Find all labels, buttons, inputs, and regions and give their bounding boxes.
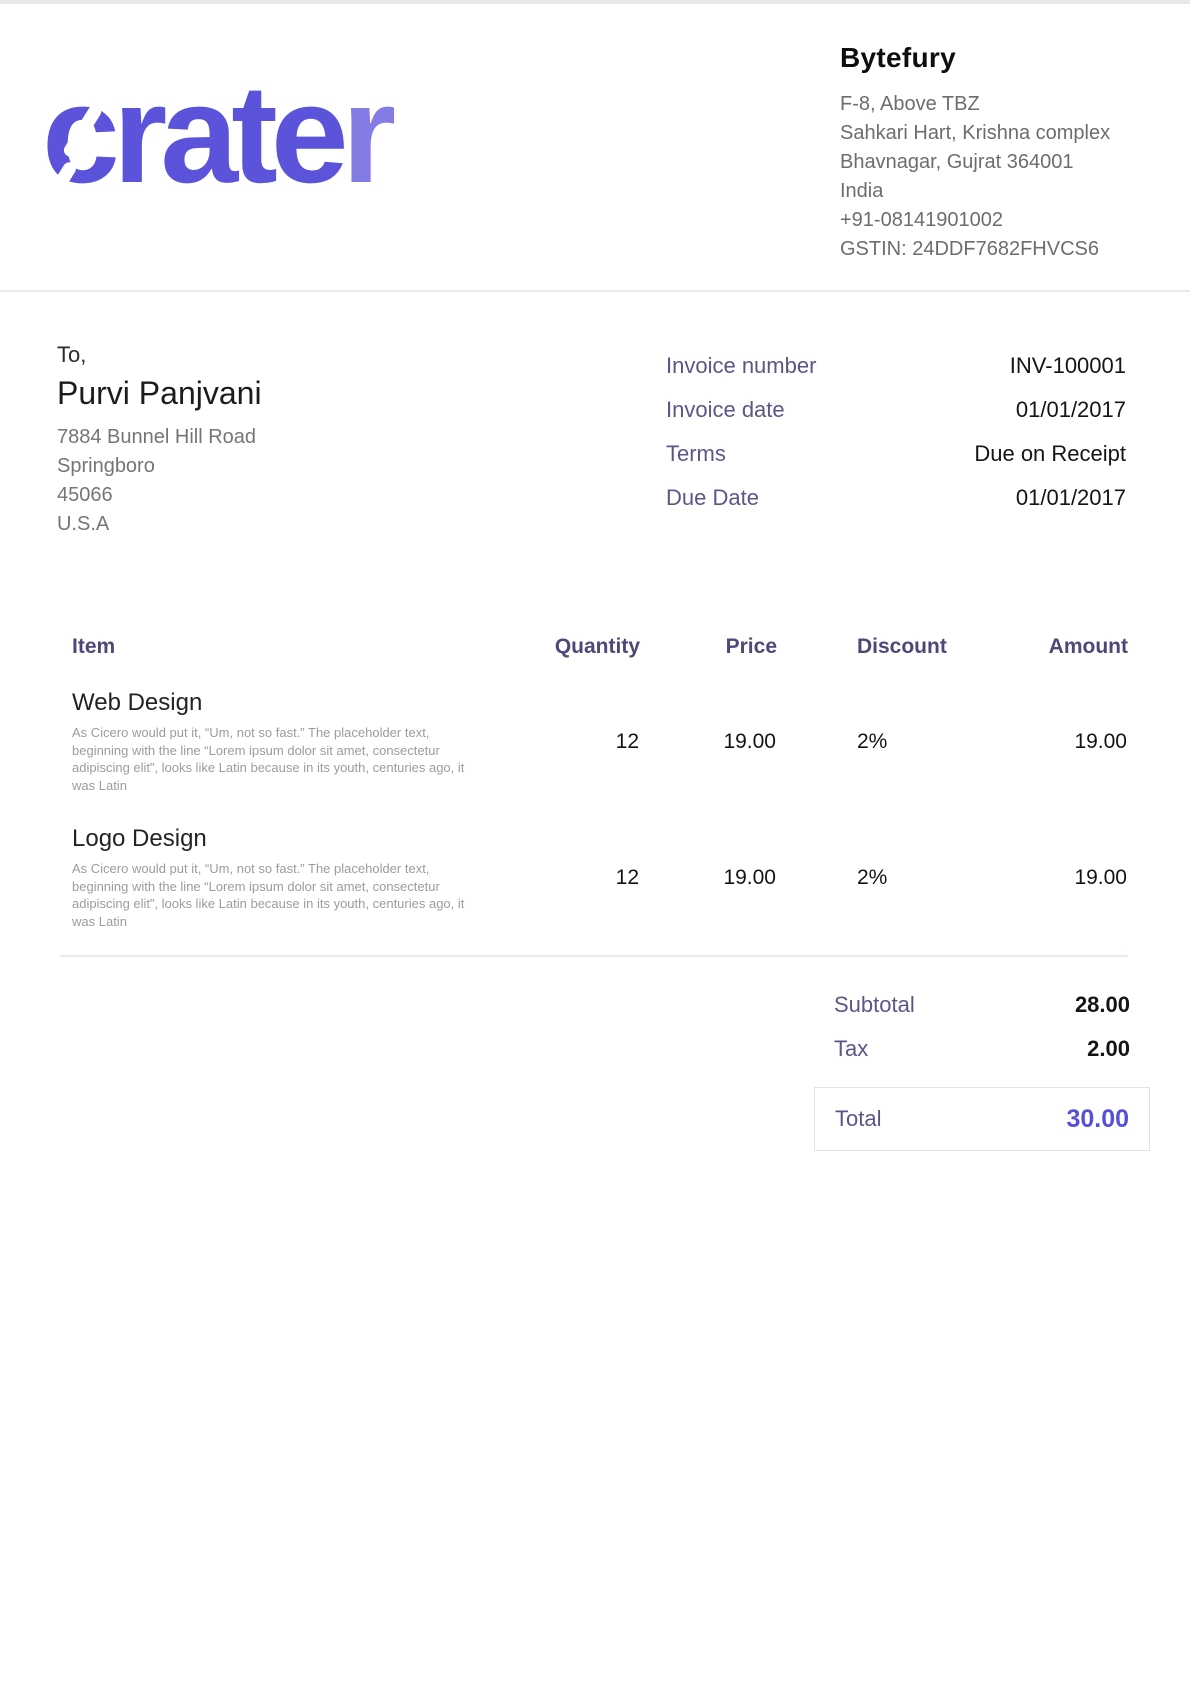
item-quantity: 12 (480, 795, 640, 931)
company-info: Bytefury F-8, Above TBZ Sahkari Hart, Kr… (840, 42, 1110, 264)
column-header-quantity: Quantity (480, 635, 640, 659)
company-address-line: F-8, Above TBZ (840, 90, 1110, 119)
tax-label: Tax (834, 1036, 868, 1062)
total-value: 30.00 (1066, 1105, 1129, 1134)
terms-label: Terms (666, 441, 726, 467)
company-address-line: Sahkari Hart, Krishna complex (840, 119, 1110, 148)
customer-address-line: U.S.A (57, 510, 262, 539)
item-name: Logo Design (72, 825, 479, 853)
tax-row: Tax 2.00 (814, 1027, 1150, 1071)
invoice-date-row: Invoice date 01/01/2017 (666, 388, 1126, 432)
company-address-line: India (840, 177, 1110, 206)
invoice-meta: Invoice number INV-100001 Invoice date 0… (666, 342, 1126, 539)
table-header-row: Item Quantity Price Discount Amount (60, 635, 1128, 659)
item-description: As Cicero would put it, “Um, not so fast… (72, 860, 479, 930)
item-price: 19.00 (640, 659, 777, 795)
company-address: F-8, Above TBZ Sahkari Hart, Krishna com… (840, 90, 1110, 264)
item-name: Web Design (72, 689, 479, 717)
item-cell: Logo Design As Cicero would put it, “Um,… (60, 795, 480, 931)
customer-address: 7884 Bunnel Hill Road Springboro 45066 U… (57, 423, 262, 539)
terms-row: Terms Due on Receipt (666, 432, 1126, 476)
item-description: As Cicero would put it, “Um, not so fast… (72, 724, 479, 794)
due-date-row: Due Date 01/01/2017 (666, 476, 1126, 520)
logo-slash-icon (385, 139, 424, 190)
invoice-header: crater Bytefury F-8, Above TBZ Sahkari H… (0, 4, 1190, 292)
item-cell: Web Design As Cicero would put it, “Um, … (60, 659, 480, 795)
column-header-price: Price (640, 635, 777, 659)
company-address-line: Bhavnagar, Gujrat 364001 (840, 148, 1110, 177)
customer-name: Purvi Panjvani (57, 375, 262, 412)
billing-section: To, Purvi Panjvani 7884 Bunnel Hill Road… (0, 292, 1190, 539)
bill-to-label: To, (57, 342, 262, 368)
table-row: Web Design As Cicero would put it, “Um, … (60, 659, 1128, 795)
bill-to-block: To, Purvi Panjvani 7884 Bunnel Hill Road… (57, 342, 262, 539)
customer-address-line: 45066 (57, 481, 262, 510)
due-date-label: Due Date (666, 485, 759, 511)
subtotal-label: Subtotal (834, 992, 915, 1018)
invoice-date-label: Invoice date (666, 397, 785, 423)
column-header-discount: Discount (777, 635, 977, 659)
total-box: Total 30.00 (814, 1087, 1150, 1151)
line-items-section: Item Quantity Price Discount Amount Web … (60, 635, 1128, 931)
item-price: 19.00 (640, 795, 777, 931)
item-amount: 19.00 (977, 795, 1128, 931)
line-items-table: Item Quantity Price Discount Amount Web … (60, 635, 1128, 931)
invoice-number-label: Invoice number (666, 353, 816, 379)
crater-logo: crater (42, 64, 389, 204)
column-header-amount: Amount (977, 635, 1128, 659)
company-gstin: GSTIN: 24DDF7682FHVCS6 (840, 235, 1110, 264)
item-discount: 2% (777, 659, 977, 795)
invoice-number-row: Invoice number INV-100001 (666, 344, 1126, 388)
item-discount: 2% (777, 795, 977, 931)
tax-value: 2.00 (1087, 1036, 1130, 1062)
customer-address-line: Springboro (57, 452, 262, 481)
totals-section: Subtotal 28.00 Tax 2.00 Total 30.00 (814, 983, 1150, 1151)
subtotal-value: 28.00 (1075, 992, 1130, 1018)
invoice-date-value: 01/01/2017 (1016, 397, 1126, 423)
total-label: Total (835, 1106, 881, 1132)
due-date-value: 01/01/2017 (1016, 485, 1126, 511)
item-quantity: 12 (480, 659, 640, 795)
invoice-number-value: INV-100001 (1010, 353, 1126, 379)
terms-value: Due on Receipt (974, 441, 1126, 467)
logo-text-last: r (342, 55, 389, 212)
item-amount: 19.00 (977, 659, 1128, 795)
company-phone: +91-08141901002 (840, 206, 1110, 235)
column-header-item: Item (60, 635, 480, 659)
table-row: Logo Design As Cicero would put it, “Um,… (60, 795, 1128, 931)
customer-address-line: 7884 Bunnel Hill Road (57, 423, 262, 452)
subtotal-row: Subtotal 28.00 (814, 983, 1150, 1027)
table-divider (60, 955, 1128, 957)
invoice-page: crater Bytefury F-8, Above TBZ Sahkari H… (0, 0, 1190, 1684)
company-name: Bytefury (840, 42, 1110, 74)
